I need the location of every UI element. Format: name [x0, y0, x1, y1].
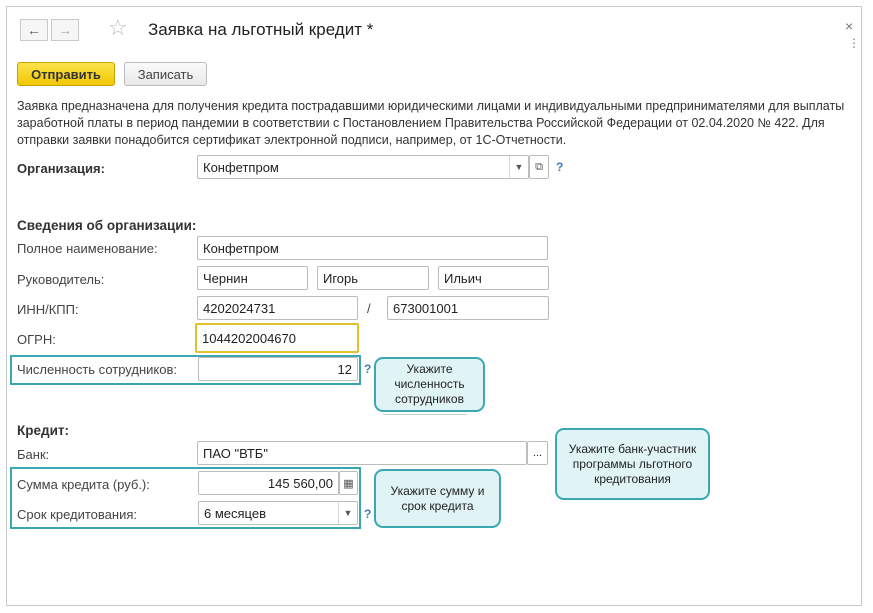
- back-button[interactable]: ←: [20, 19, 48, 41]
- inn-kpp-label: ИНН/КПП:: [17, 302, 79, 317]
- forward-button[interactable]: →: [51, 19, 79, 41]
- save-button[interactable]: Записать: [124, 62, 207, 86]
- bank-select-button[interactable]: ...: [527, 441, 548, 465]
- organization-help-icon[interactable]: ?: [556, 160, 563, 174]
- staff-callout: Укажите численность сотрудников: [374, 357, 485, 412]
- organization-select[interactable]: Конфетпром ▼: [197, 155, 529, 179]
- kpp-input[interactable]: 673001001: [387, 296, 549, 320]
- form-description: Заявка предназначена для получения креди…: [17, 99, 845, 147]
- head-label: Руководитель:: [17, 272, 105, 287]
- term-label: Срок кредитования:: [17, 507, 137, 522]
- amount-term-callout: Укажите сумму и срок кредита: [374, 469, 501, 528]
- staff-label: Численность сотрудников:: [17, 362, 177, 377]
- amount-label: Сумма кредита (руб.):: [17, 477, 150, 492]
- arrow-right-icon: →: [58, 22, 72, 38]
- staff-count-input[interactable]: 12: [198, 357, 358, 381]
- more-menu-icon[interactable]: ⋮: [848, 36, 860, 50]
- inn-input[interactable]: 4202024731: [197, 296, 358, 320]
- open-window-icon: ⧉: [535, 160, 543, 173]
- amount-input[interactable]: 145 560,00: [198, 471, 339, 495]
- bank-callout: Укажите банк-участник программы льготног…: [555, 428, 710, 500]
- term-help-icon[interactable]: ?: [364, 507, 371, 521]
- page-title: Заявка на льготный кредит *: [148, 20, 374, 39]
- chevron-down-icon[interactable]: ▼: [338, 502, 357, 524]
- calculator-icon: ▦: [343, 477, 354, 490]
- organization-label: Организация:: [17, 161, 105, 176]
- head-first-name-input[interactable]: Игорь: [317, 266, 429, 290]
- arrow-left-icon: ←: [27, 22, 41, 38]
- full-name-label: Полное наименование:: [17, 241, 158, 256]
- staff-help-icon[interactable]: ?: [364, 362, 371, 376]
- send-button[interactable]: Отправить: [17, 62, 115, 86]
- chevron-down-icon[interactable]: ▼: [509, 156, 528, 178]
- credit-section-title: Кредит:: [17, 423, 69, 438]
- bank-label: Банк:: [17, 447, 50, 462]
- org-info-section-title: Сведения об организации:: [17, 218, 197, 233]
- calculator-button[interactable]: ▦: [339, 471, 358, 495]
- organization-value: Конфетпром: [203, 159, 279, 175]
- head-middle-name-input[interactable]: Ильич: [438, 266, 549, 290]
- close-icon[interactable]: ×: [845, 18, 853, 34]
- term-select[interactable]: 6 месяцев ▼: [198, 501, 358, 525]
- full-name-input[interactable]: Конфетпром: [197, 236, 548, 260]
- head-last-name-input[interactable]: Чернин: [197, 266, 308, 290]
- inn-kpp-separator: /: [367, 301, 371, 316]
- ogrn-label: ОГРН:: [17, 332, 56, 347]
- term-value: 6 месяцев: [204, 505, 266, 521]
- open-organization-button[interactable]: ⧉: [529, 155, 549, 179]
- favorite-star-icon[interactable]: ☆: [108, 15, 128, 41]
- bank-input[interactable]: ПАО "ВТБ": [197, 441, 527, 465]
- ogrn-input[interactable]: 1044202004670: [195, 323, 359, 353]
- separator-line: [383, 414, 467, 415]
